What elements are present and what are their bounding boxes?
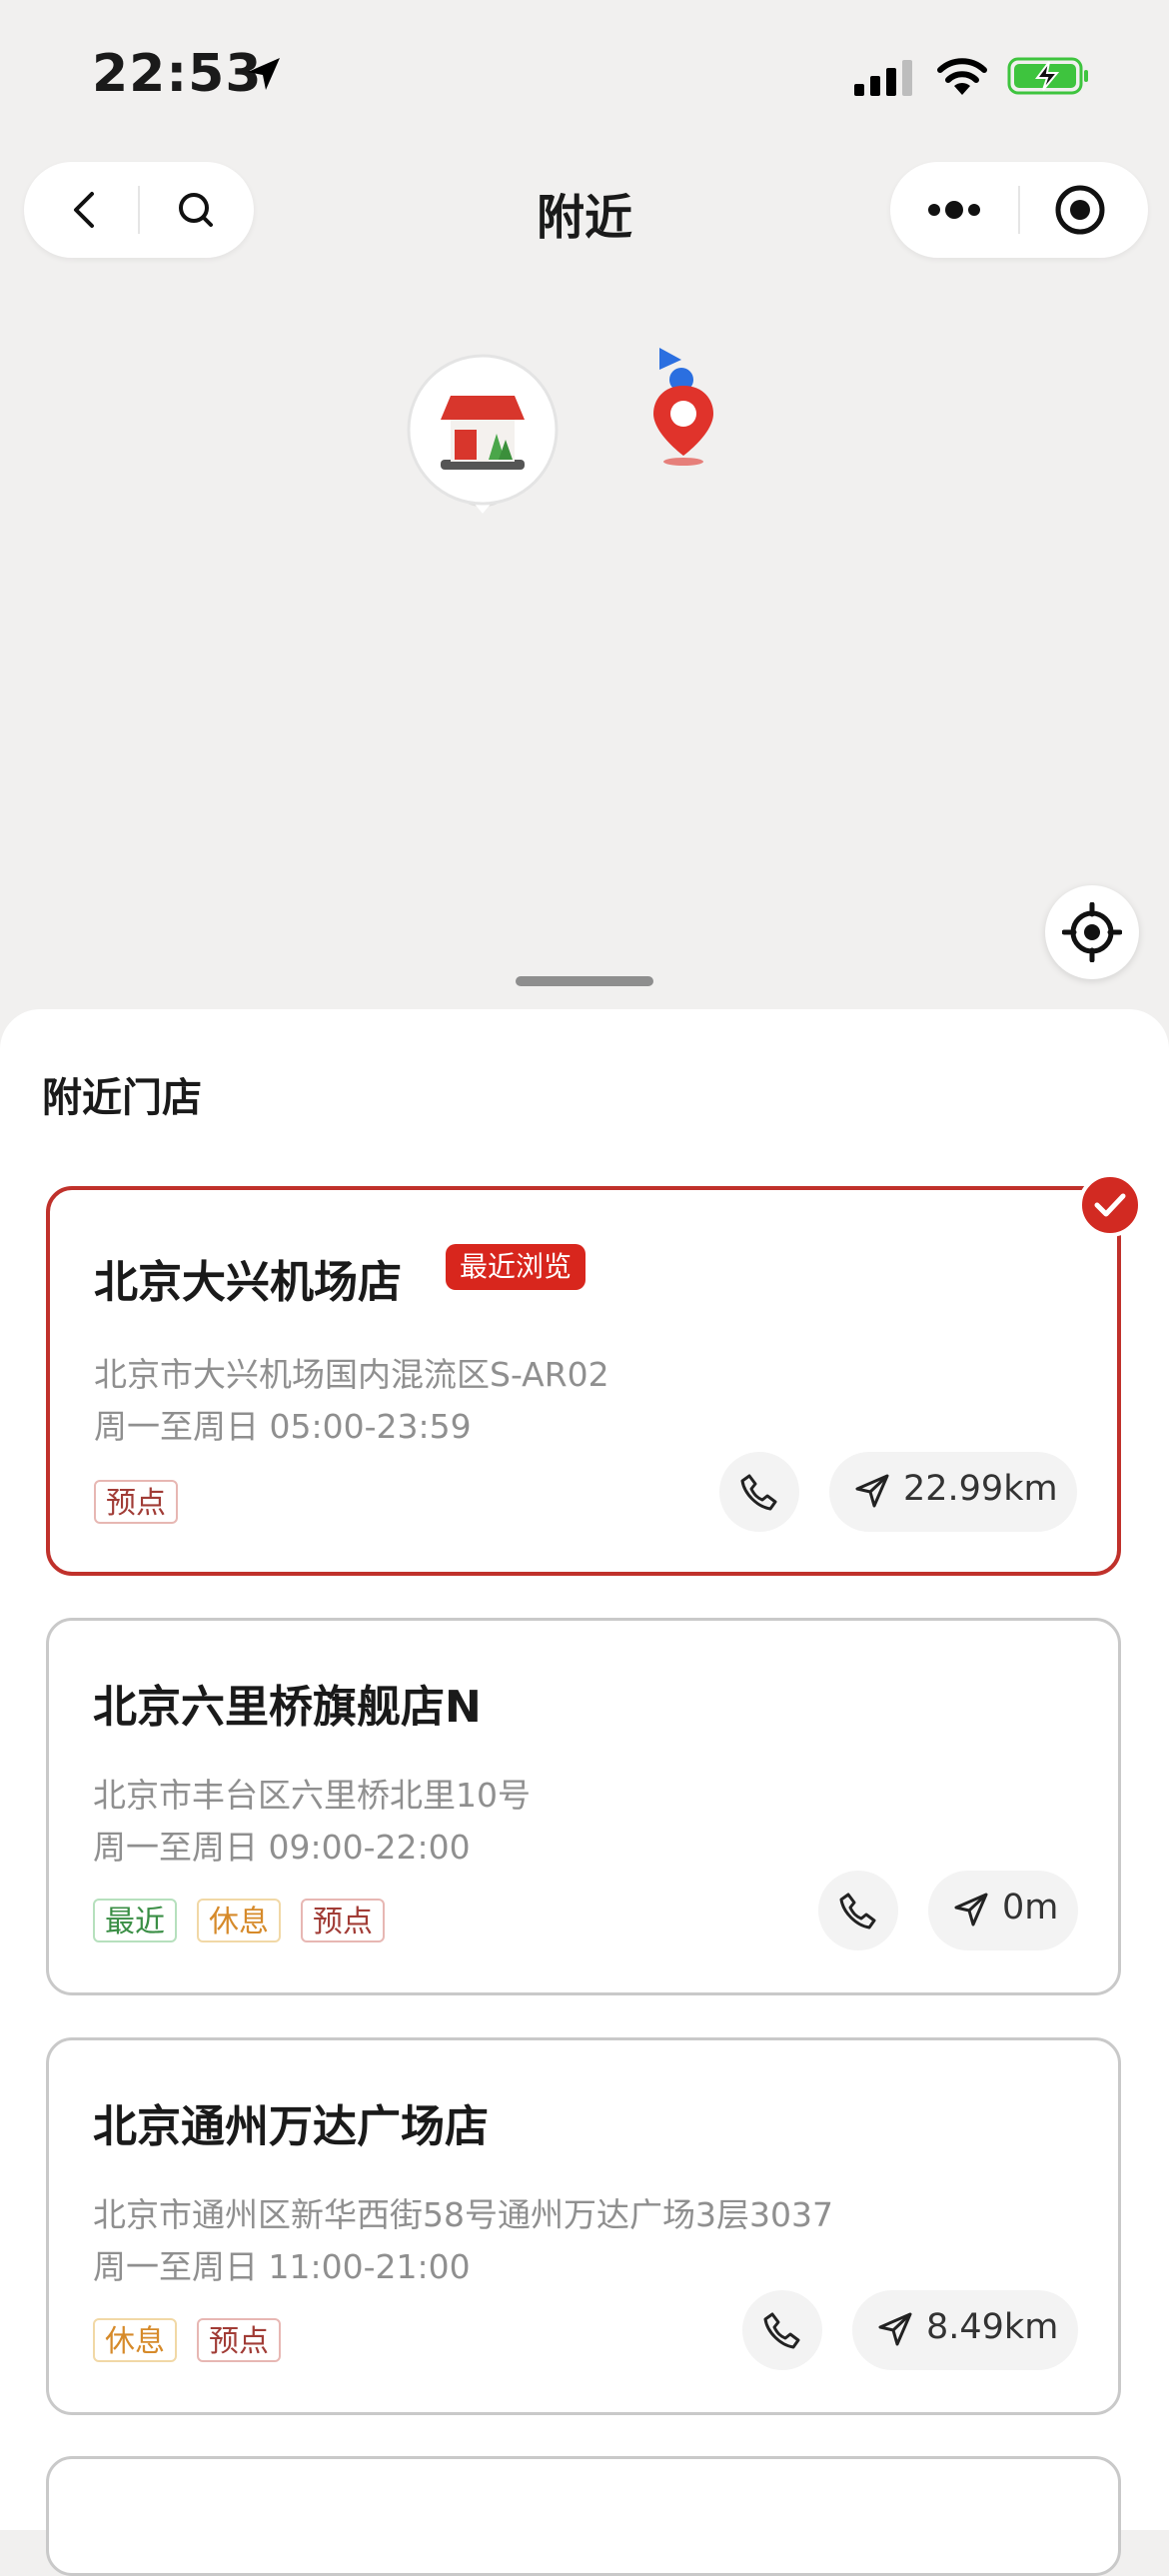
map-view[interactable] — [0, 280, 1169, 1019]
locate-me-button[interactable] — [1045, 885, 1139, 979]
distance-text: 0m — [1002, 1888, 1059, 1928]
store-address: 北京市通州区新华西街58号通州万达广场3层3037 — [93, 2195, 833, 2234]
tag-resting: 休息 — [93, 2318, 177, 2362]
store-name: 北京六里桥旗舰店N — [93, 1682, 482, 1733]
navigate-arrow-icon — [878, 2312, 912, 2346]
store-card[interactable]: 北京通州万达广场店 北京市通州区新华西街58号通州万达广场3层3037 周一至周… — [46, 2037, 1121, 2415]
capsule-close-icon[interactable] — [1054, 184, 1106, 236]
status-time: 22:53 — [92, 44, 263, 104]
store-address: 北京市丰台区六里桥北里10号 — [93, 1776, 531, 1815]
phone-icon — [763, 2312, 800, 2349]
cellular-signal-icon — [854, 60, 912, 96]
wifi-icon — [937, 58, 987, 95]
tag-preorder: 预点 — [197, 2318, 281, 2362]
recent-viewed-badge: 最近浏览 — [446, 1244, 586, 1290]
navigate-button[interactable]: 22.99km — [829, 1452, 1077, 1532]
call-button[interactable] — [719, 1452, 799, 1532]
tag-nearest: 最近 — [93, 1899, 177, 1942]
store-card[interactable]: 北京六里桥旗舰店N 北京市丰台区六里桥北里10号 周一至周日 09:00-22:… — [46, 1618, 1121, 1995]
sheet-drag-handle[interactable] — [516, 976, 653, 986]
distance-text: 8.49km — [926, 2307, 1059, 2347]
navigate-button[interactable]: 0m — [928, 1871, 1078, 1950]
phone-icon — [839, 1893, 876, 1930]
store-name: 北京通州万达广场店 — [93, 2101, 489, 2152]
phone-icon — [740, 1474, 777, 1511]
navigate-arrow-icon — [855, 1474, 889, 1508]
store-name: 北京大兴机场店 — [94, 1257, 402, 1308]
battery-charging-icon — [1007, 57, 1088, 95]
more-icon[interactable] — [924, 194, 984, 226]
tag-preorder: 预点 — [301, 1899, 385, 1942]
store-hours: 周一至周日 09:00-22:00 — [93, 1828, 471, 1867]
navigate-arrow-icon — [954, 1893, 988, 1927]
nav-right-pill — [890, 162, 1148, 258]
user-location-icon[interactable] — [649, 346, 721, 470]
call-button[interactable] — [742, 2290, 822, 2370]
location-arrow-icon — [248, 58, 280, 90]
store-hours: 周一至周日 05:00-23:59 — [94, 1407, 472, 1446]
tag-resting: 休息 — [197, 1899, 281, 1942]
store-address: 北京市大兴机场国内混流区S-AR02 — [94, 1355, 609, 1394]
tag-preorder: 预点 — [94, 1480, 178, 1524]
store-card-partial[interactable] — [46, 2456, 1121, 2576]
store-hours: 周一至周日 11:00-21:00 — [93, 2247, 471, 2286]
navigate-button[interactable]: 8.49km — [852, 2290, 1078, 2370]
store-marker-icon[interactable] — [405, 352, 561, 522]
status-bar: 22:53 — [0, 0, 1169, 150]
section-title: 附近门店 — [42, 1075, 202, 1121]
pill-divider — [1018, 186, 1020, 234]
call-button[interactable] — [818, 1871, 898, 1950]
distance-text: 22.99km — [903, 1469, 1058, 1509]
store-card[interactable]: 北京大兴机场店 最近浏览 北京市大兴机场国内混流区S-AR02 周一至周日 05… — [46, 1186, 1121, 1576]
locate-me-icon — [1062, 902, 1122, 962]
selected-check-icon — [1078, 1173, 1142, 1237]
